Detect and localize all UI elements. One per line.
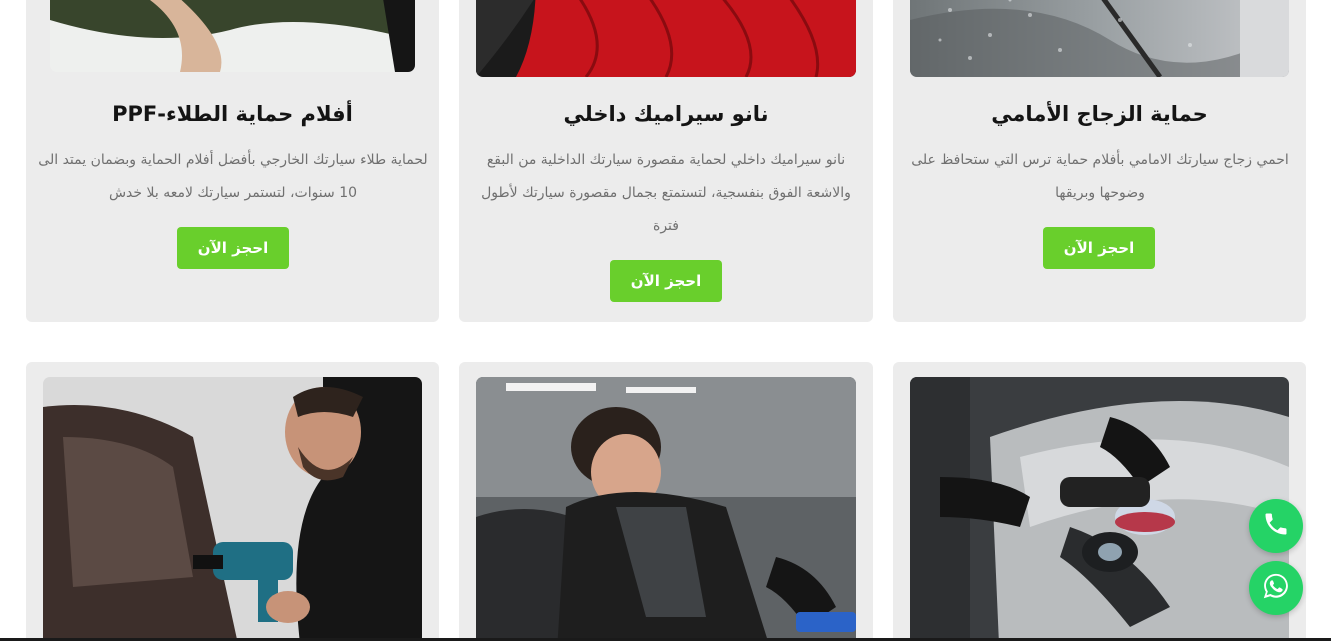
service-card-nano-ceramic: نانو سيراميك داخلي نانو سيراميك داخلي لح… xyxy=(459,0,873,322)
ppf-image xyxy=(50,0,415,72)
service-card-polishing xyxy=(893,362,1306,641)
book-now-button[interactable]: احجز الآن xyxy=(610,260,722,302)
service-description: نانو سيراميك داخلي لحماية مقصورة سيارتك … xyxy=(481,152,851,234)
services-page: حماية الزجاج الأمامي احمي زجاج سيارتك ال… xyxy=(0,0,1331,641)
book-now-button[interactable]: احجز الآن xyxy=(1043,227,1155,269)
service-description: احمي زجاج سيارتك الامامي بأفلام حماية تر… xyxy=(911,152,1289,201)
service-card-windshield: حماية الزجاج الأمامي احمي زجاج سيارتك ال… xyxy=(893,0,1306,322)
whatsapp-icon xyxy=(1261,571,1291,605)
service-title: حماية الزجاج الأمامي xyxy=(991,102,1208,126)
windshield-image xyxy=(910,0,1289,77)
phone-icon xyxy=(1262,510,1290,542)
service-card-detailing xyxy=(459,362,873,641)
service-card-heat-gun xyxy=(26,362,439,641)
service-title: أفلام حماية الطلاء-PPF xyxy=(112,102,353,126)
whatsapp-button[interactable] xyxy=(1249,561,1303,615)
book-now-button[interactable]: احجز الآن xyxy=(177,227,289,269)
service-title: نانو سيراميك داخلي xyxy=(563,102,769,126)
phone-call-button[interactable] xyxy=(1249,499,1303,553)
service-card-ppf: أفلام حماية الطلاء-PPF لحماية طلاء سيارت… xyxy=(26,0,439,322)
heat-gun-image xyxy=(43,377,422,641)
polishing-image xyxy=(910,377,1289,641)
red-seat-image xyxy=(476,0,856,77)
service-description: لحماية طلاء سيارتك الخارجي بأفضل أفلام ا… xyxy=(38,152,428,201)
detailing-image xyxy=(476,377,856,641)
